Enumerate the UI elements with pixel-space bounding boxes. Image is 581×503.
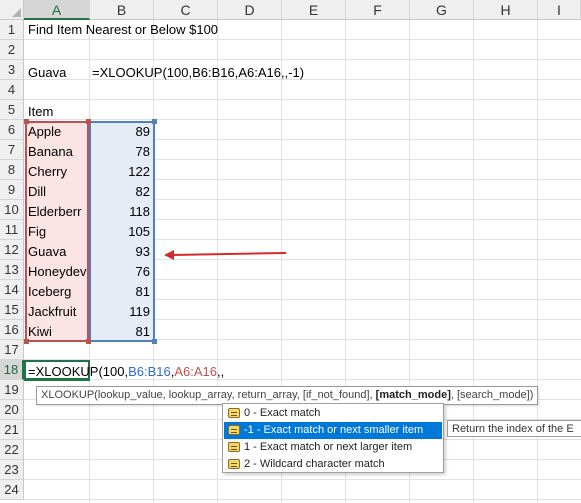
column-header-e[interactable]: E xyxy=(282,0,346,20)
cell-a6[interactable]: Apple xyxy=(28,122,61,142)
row-header-17[interactable]: 17 xyxy=(0,340,24,360)
cell-b16[interactable]: 81 xyxy=(92,322,150,342)
cell-a18-editing-formula[interactable]: =XLOOKUP(100,B6:B16,A6:A16,, xyxy=(28,362,224,382)
column-header-f[interactable]: F xyxy=(346,0,410,20)
select-all-button[interactable] xyxy=(0,0,24,20)
cell-a10[interactable]: Elderberr xyxy=(28,202,88,222)
red-arrow-icon xyxy=(164,250,287,260)
row-header-3[interactable]: 3 xyxy=(0,60,24,80)
cell-b6[interactable]: 89 xyxy=(92,122,150,142)
dropdown-option-label: 1 - Exact match or next larger item xyxy=(244,441,413,453)
dropdown-option-label: 0 - Exact match xyxy=(244,407,321,419)
column-header-h[interactable]: H xyxy=(474,0,538,20)
row-header-6[interactable]: 6 xyxy=(0,120,24,140)
row-header-12[interactable]: 12 xyxy=(0,240,24,260)
tooltip-signature: XLOOKUP(lookup_value, lookup_array, retu… xyxy=(41,389,376,401)
column-header-b[interactable]: B xyxy=(90,0,154,20)
column-header-g[interactable]: G xyxy=(410,0,474,20)
cell-a12[interactable]: Guava xyxy=(28,242,66,262)
range-b-handle-bottom-right[interactable] xyxy=(152,339,157,344)
formula-ref-a6-a16: A6:A16 xyxy=(174,364,218,379)
dropdown-option-exact-match[interactable]: 0 - Exact match xyxy=(224,405,442,422)
column-header-i[interactable]: I xyxy=(538,0,581,20)
cell-b15[interactable]: 119 xyxy=(92,302,150,322)
row-header-22[interactable]: 22 xyxy=(0,440,24,460)
row-header-1[interactable]: 1 xyxy=(0,20,24,40)
formula-suffix: ,, xyxy=(217,364,225,379)
tooltip-current-argument: [match_mode] xyxy=(375,389,451,401)
cell-a16[interactable]: Kiwi xyxy=(28,322,52,342)
row-header-2[interactable]: 2 xyxy=(0,40,24,60)
range-a-handle-bottom-right[interactable] xyxy=(86,339,91,344)
cell-a14[interactable]: Iceberg xyxy=(28,282,71,302)
constant-value-icon xyxy=(228,459,240,469)
row-header-19[interactable]: 19 xyxy=(0,380,24,400)
cell-b13[interactable]: 76 xyxy=(92,262,150,282)
row-header-13[interactable]: 13 xyxy=(0,260,24,280)
row-header-23[interactable]: 23 xyxy=(0,460,24,480)
formula-prefix: =XLOOKUP(100, xyxy=(28,364,129,379)
cell-b7[interactable]: 78 xyxy=(92,142,150,162)
dropdown-option-wildcard[interactable]: 2 - Wildcard character match xyxy=(224,456,442,473)
row-header-9[interactable]: 9 xyxy=(0,180,24,200)
select-all-triangle-icon xyxy=(12,8,21,17)
row-header-11[interactable]: 11 xyxy=(0,220,24,240)
row-header-14[interactable]: 14 xyxy=(0,280,24,300)
cell-b8[interactable]: 122 xyxy=(92,162,150,182)
column-header-c[interactable]: C xyxy=(154,0,218,20)
cell-b9[interactable]: 82 xyxy=(92,182,150,202)
cell-b11[interactable]: 105 xyxy=(92,222,150,242)
cell-a13[interactable]: Honeydev xyxy=(28,262,88,282)
constant-value-icon xyxy=(228,425,240,435)
cell-b14[interactable]: 81 xyxy=(92,282,150,302)
formula-ref-b6-b16: B6:B16 xyxy=(128,364,171,379)
row-header-7[interactable]: 7 xyxy=(0,140,24,160)
row-header-4[interactable]: 4 xyxy=(0,80,24,100)
dropdown-option-label: -1 - Exact match or next smaller item xyxy=(244,424,424,436)
row-header-24[interactable]: 24 xyxy=(0,480,24,500)
range-a-handle-top-right[interactable] xyxy=(86,119,91,124)
spreadsheet: A B C D E F G H I 1 2 3 4 5 6 7 8 9 10 1… xyxy=(0,0,581,503)
constant-value-icon xyxy=(228,408,240,418)
row-header-21[interactable]: 21 xyxy=(0,420,24,440)
cell-a3[interactable]: Guava xyxy=(28,63,66,83)
cell-a8[interactable]: Cherry xyxy=(28,162,67,182)
cell-b12[interactable]: 93 xyxy=(92,242,150,262)
cell-a11[interactable]: Fig xyxy=(28,222,46,242)
row-header-16[interactable]: 16 xyxy=(0,320,24,340)
row-header-5[interactable]: 5 xyxy=(0,100,24,120)
row-header-20[interactable]: 20 xyxy=(0,400,24,420)
option-description-tooltip: Return the index of the E xyxy=(447,420,581,437)
column-header-a[interactable]: A xyxy=(24,0,90,20)
range-b-handle-top-right[interactable] xyxy=(152,119,157,124)
column-header-d[interactable]: D xyxy=(218,0,282,20)
cell-a9[interactable]: Dill xyxy=(28,182,46,202)
constant-value-icon xyxy=(228,442,240,452)
dropdown-option-label: 2 - Wildcard character match xyxy=(244,458,385,470)
cell-a1-title[interactable]: Find Item Nearest or Below $100 xyxy=(28,20,218,40)
dropdown-option-next-smaller[interactable]: -1 - Exact match or next smaller item xyxy=(224,422,442,439)
cell-a15[interactable]: Jackfruit xyxy=(28,302,76,322)
cell-a7[interactable]: Banana xyxy=(28,142,73,162)
row-header-18[interactable]: 18 xyxy=(0,360,24,380)
tooltip-signature-rest: , [search_mode]) xyxy=(450,389,534,401)
cell-a5-header[interactable]: Item xyxy=(28,102,53,122)
dropdown-option-next-larger[interactable]: 1 - Exact match or next larger item xyxy=(224,439,442,456)
row-header-10[interactable]: 10 xyxy=(0,200,24,220)
row-header-15[interactable]: 15 xyxy=(0,300,24,320)
row-header-8[interactable]: 8 xyxy=(0,160,24,180)
cell-b10[interactable]: 118 xyxy=(92,202,150,222)
match-mode-dropdown[interactable]: 0 - Exact match -1 - Exact match or next… xyxy=(222,403,444,473)
cell-b3-formula[interactable]: =XLOOKUP(100,B6:B16,A6:A16,,-1) xyxy=(92,63,304,83)
